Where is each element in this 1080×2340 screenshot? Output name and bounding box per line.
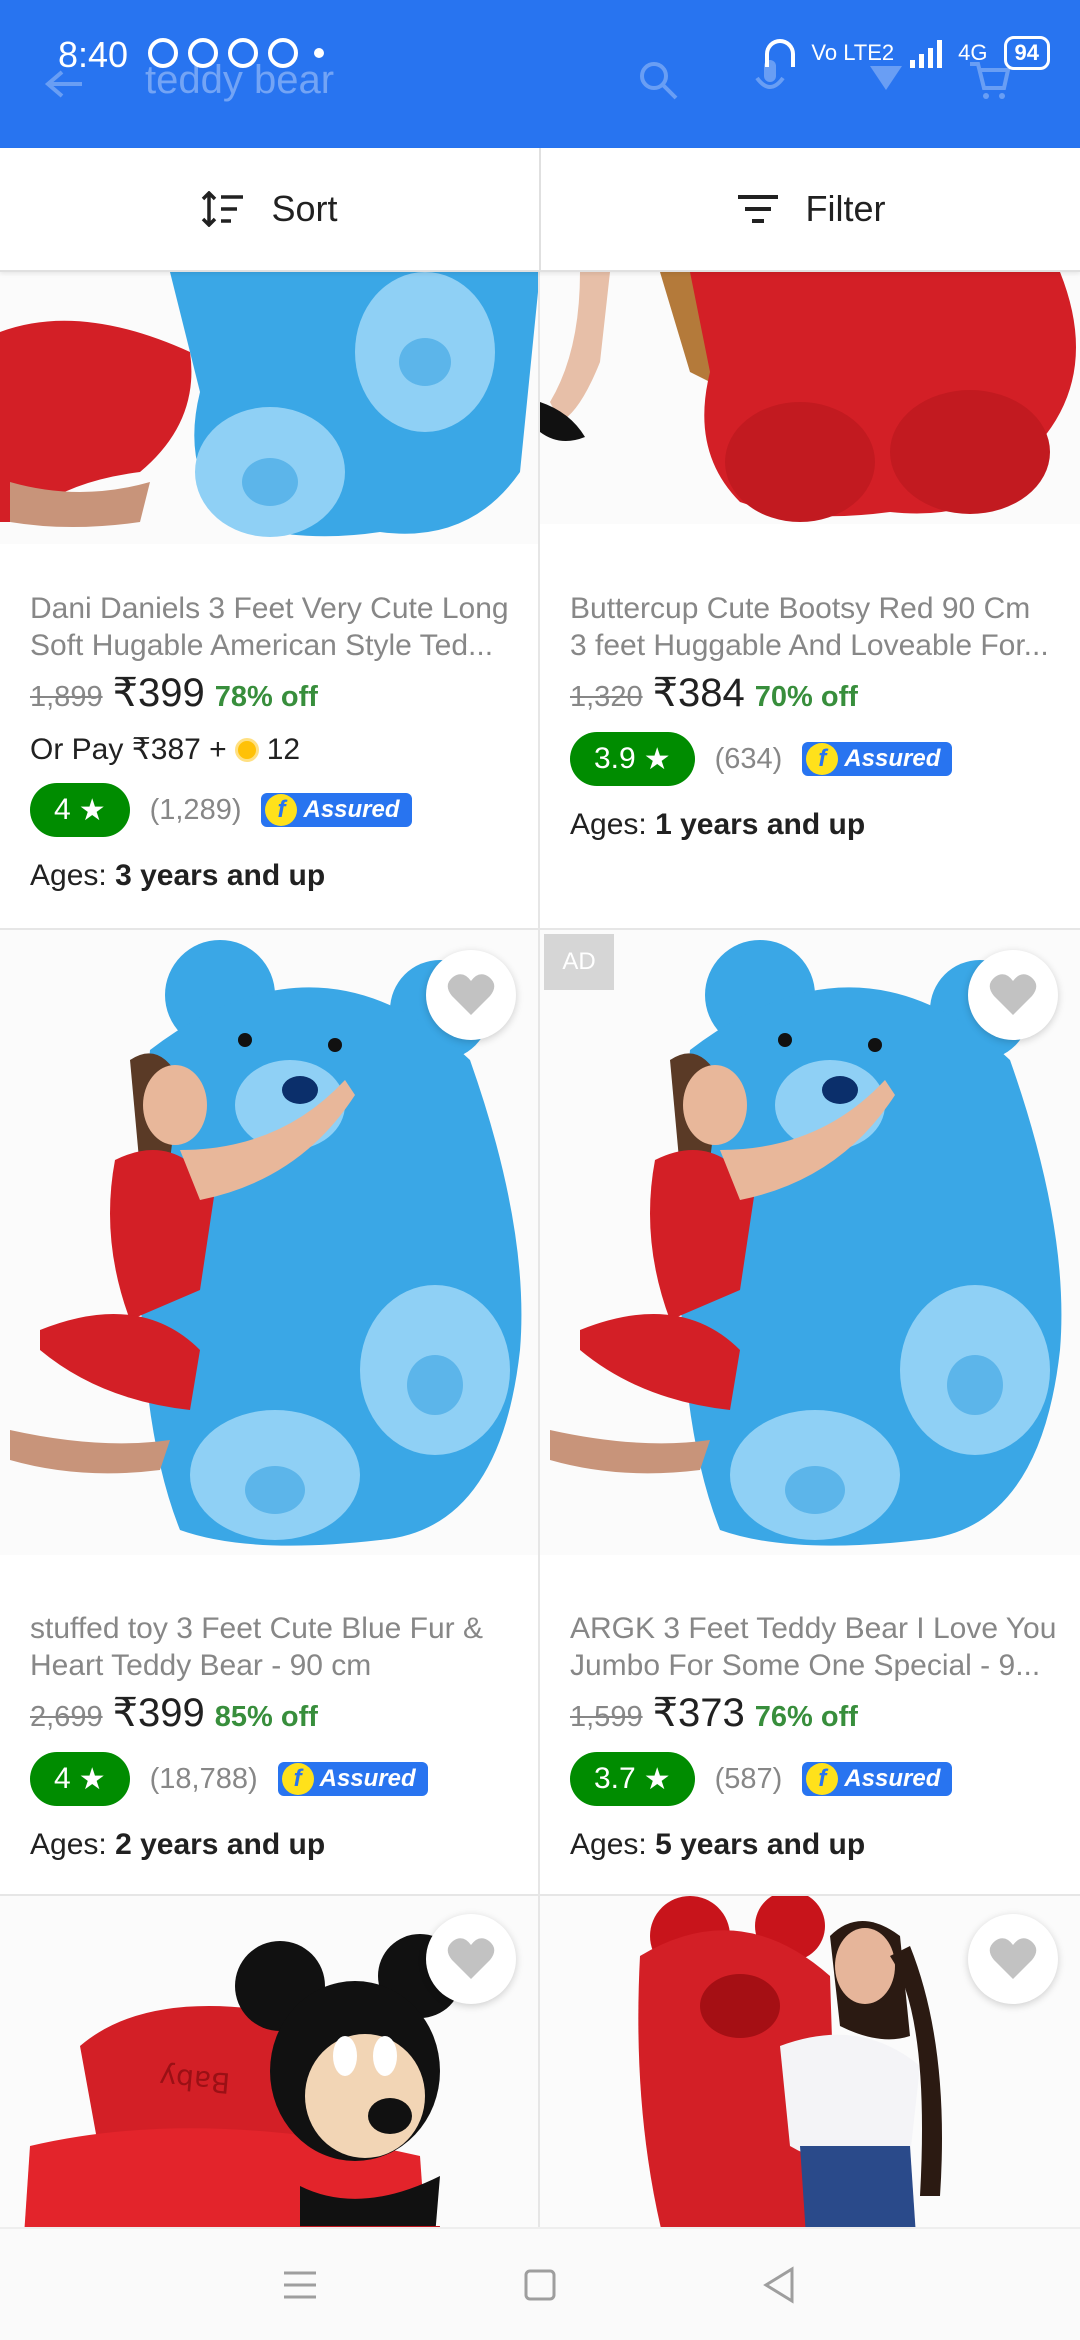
rating-count: (587): [714, 1762, 783, 1795]
rating-count: (18,788): [149, 1762, 258, 1795]
product-info: Dani Daniels 3 Feet Very Cute Long Soft …: [30, 590, 520, 893]
network-type: Vo LTE2: [811, 40, 895, 65]
or-pay-text: Or Pay ₹387 +: [30, 733, 227, 766]
price-row: 1,599 ₹373 76% off: [570, 1690, 1060, 1736]
flipkart-f-icon: f: [281, 1763, 314, 1795]
product-card[interactable]: Buttercup Cute Bootsy Red 90 Cm 3 feet H…: [540, 272, 1080, 930]
filter-button[interactable]: Filter: [539, 148, 1080, 270]
back-arrow-icon[interactable]: [44, 70, 84, 98]
wishlist-button[interactable]: [426, 950, 516, 1040]
sort-icon: [202, 191, 244, 227]
product-info: stuffed toy 3 Feet Cute Blue Fur & Heart…: [30, 1610, 520, 1862]
mrp-price: 1,899: [30, 681, 103, 713]
age-range: Ages: 2 years and up: [30, 1828, 326, 1861]
star-icon: ★: [78, 793, 106, 827]
product-card[interactable]: [540, 1896, 1080, 2227]
product-grid: Dani Daniels 3 Feet Very Cute Long Soft …: [0, 272, 1080, 2227]
menu-button[interactable]: [270, 2255, 330, 2315]
search-icon[interactable]: [636, 60, 680, 100]
discount-label: 78% off: [214, 681, 318, 713]
ad-badge: AD: [544, 934, 614, 990]
mrp-price: 2,699: [30, 1701, 103, 1733]
discount-label: 76% off: [754, 1701, 858, 1733]
product-image[interactable]: [540, 272, 1080, 524]
wishlist-button[interactable]: [426, 1914, 516, 2004]
price-row: 1,899 ₹399 78% off: [30, 670, 520, 716]
cart-icon[interactable]: [968, 60, 1012, 100]
filter-label: Filter: [805, 188, 886, 229]
product-info: ARGK 3 Feet Teddy Bear I Love You Jumbo …: [570, 1610, 1060, 1862]
rating-count: (1,289): [149, 793, 242, 826]
price-row: 1,320 ₹384 70% off: [570, 670, 1060, 716]
or-pay-row: Or Pay ₹387 + 12: [30, 732, 520, 767]
back-button[interactable]: [750, 2255, 810, 2315]
coin-icon: [234, 737, 259, 762]
sofa-baby-text: Baby: [158, 2061, 231, 2100]
selling-price: ₹399: [112, 1691, 205, 1735]
heart-icon: [989, 1938, 1037, 1979]
star-icon: ★: [643, 742, 671, 776]
age-range: Ages: 5 years and up: [570, 1828, 866, 1861]
status-bar: 8:40 Vo LTE2 4G 94 teddy bear: [0, 0, 1080, 148]
more-dot-icon: [314, 48, 324, 58]
filter-icon: [737, 195, 778, 223]
sort-label: Sort: [271, 188, 338, 229]
heart-icon: [989, 974, 1037, 1015]
price-row: 2,699 ₹399 85% off: [30, 1690, 520, 1736]
age-range: Ages: 1 years and up: [570, 808, 866, 841]
assured-badge: f Assured: [261, 793, 412, 827]
rating-row: 3.9 ★ (634) f Assured: [570, 732, 1060, 786]
mrp-price: 1,320: [570, 681, 643, 713]
assured-badge: f Assured: [802, 742, 953, 776]
rating-row: 3.7 ★ (587) f Assured: [570, 1752, 1060, 1806]
rating-badge: 4 ★: [30, 1752, 130, 1806]
product-title[interactable]: ARGK 3 Feet Teddy Bear I Love You Jumbo …: [570, 1610, 1060, 1684]
home-button[interactable]: [510, 2255, 570, 2315]
assured-badge: f Assured: [802, 1762, 953, 1796]
system-navigation-bar: [0, 2227, 1080, 2340]
back-triangle-icon: [763, 2265, 794, 2304]
product-title[interactable]: stuffed toy 3 Feet Cute Blue Fur & Heart…: [30, 1610, 520, 1684]
rating-badge: 3.9 ★: [570, 732, 695, 786]
product-card[interactable]: Dani Daniels 3 Feet Very Cute Long Soft …: [0, 272, 540, 930]
star-icon: ★: [643, 1762, 671, 1796]
product-info: Buttercup Cute Bootsy Red 90 Cm 3 feet H…: [570, 590, 1060, 842]
rating-badge: 4 ★: [30, 783, 130, 837]
wishlist-button[interactable]: [968, 950, 1058, 1040]
flipkart-f-icon: f: [806, 1763, 839, 1795]
star-icon: ★: [78, 1762, 106, 1796]
sort-filter-bar: Sort Filter: [0, 148, 1080, 272]
sort-button[interactable]: Sort: [0, 148, 539, 270]
menu-icon: [284, 2271, 316, 2298]
product-card[interactable]: Baby: [0, 1896, 540, 2227]
selling-price: ₹399: [112, 671, 205, 715]
product-title[interactable]: Dani Daniels 3 Feet Very Cute Long Soft …: [30, 590, 520, 664]
product-card[interactable]: stuffed toy 3 Feet Cute Blue Fur & Heart…: [0, 930, 540, 1896]
discount-label: 85% off: [214, 1701, 318, 1733]
mrp-price: 1,599: [570, 1701, 643, 1733]
flipkart-f-icon: f: [265, 794, 298, 826]
flipkart-f-icon: f: [806, 743, 839, 775]
search-query[interactable]: teddy bear: [145, 58, 334, 103]
rating-badge: 3.7 ★: [570, 1752, 695, 1806]
rating-row: 4 ★ (18,788) f Assured: [30, 1752, 520, 1806]
discount-label: 70% off: [754, 681, 858, 713]
product-card[interactable]: AD ARGK 3 Feet Teddy Bear I Love You Jum…: [540, 930, 1080, 1896]
heart-icon: [447, 1938, 495, 1979]
rating-row: 4 ★ (1,289) f Assured: [30, 783, 520, 837]
rating-count: (634): [714, 742, 783, 775]
assured-badge: f Assured: [277, 1762, 428, 1796]
selling-price: ₹384: [652, 671, 745, 715]
coin-count: 12: [266, 732, 301, 766]
wishlist-button[interactable]: [968, 1914, 1058, 2004]
signal-icon: [910, 38, 943, 68]
microphone-icon[interactable]: [752, 60, 788, 100]
product-image[interactable]: [0, 272, 538, 544]
selling-price: ₹373: [652, 1691, 745, 1735]
product-title[interactable]: Buttercup Cute Bootsy Red 90 Cm 3 feet H…: [570, 590, 1060, 664]
home-square-icon: [524, 2269, 556, 2300]
heart-icon: [447, 974, 495, 1015]
notification-icon[interactable]: [868, 64, 904, 94]
age-range: Ages: 3 years and up: [30, 859, 326, 892]
